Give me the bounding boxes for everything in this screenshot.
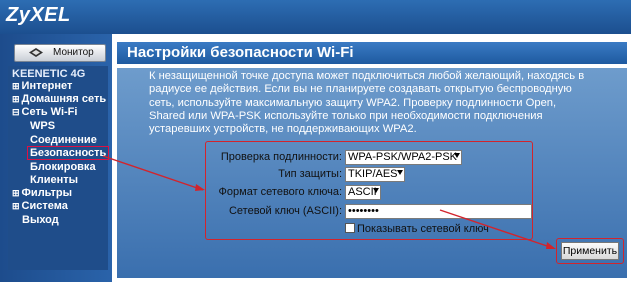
chevron-down-icon <box>454 153 460 158</box>
chevron-down-icon <box>373 188 379 193</box>
chevron-down-icon <box>397 170 403 175</box>
monitor-button[interactable]: Монитор <box>14 44 106 62</box>
description-line: К незащищенной точке доступа может подкл… <box>149 70 585 82</box>
apply-button-highlight: Применить <box>556 238 624 264</box>
network-key-input[interactable]: •••••••• <box>345 204 532 219</box>
protection-label: Тип защиты: <box>278 168 342 180</box>
auth-select[interactable]: WPA-PSK/WPA2-PSK <box>345 150 462 165</box>
nav-item-logout[interactable]: Выход <box>22 214 59 226</box>
sidebar: Монитор KEENETIC 4G ⊞ Интернет ⊞ Домашняя … <box>0 34 112 282</box>
nav-item-label: Домашняя сеть <box>21 93 107 105</box>
auth-value: WPA-PSK/WPA2-PSK <box>348 151 458 163</box>
protection-select[interactable]: TKIP/AES <box>345 167 405 182</box>
description-line: устаревших устройств, не поддерживающих … <box>149 123 417 136</box>
nav-item-system[interactable]: ⊞ Система <box>12 200 68 212</box>
expand-icon: ⊞ <box>12 188 20 198</box>
nav-item-home-network[interactable]: ⊞ Домашняя сеть <box>12 93 106 105</box>
nav-panel: KEENETIC 4G ⊞ Интернет ⊞ Домашняя сеть ⊟ Се… <box>8 66 110 270</box>
nav-item-blocking[interactable]: Блокировка <box>30 161 96 173</box>
key-format-select[interactable]: ASCII <box>345 185 381 200</box>
show-key-checkbox[interactable]: Показывать сетевой ключ <box>345 223 489 235</box>
nav-item-filters[interactable]: ⊞ Фильтры <box>12 187 72 199</box>
apply-button[interactable]: Применить <box>561 242 619 260</box>
header-bar: ZyXEL <box>0 0 631 34</box>
monitor-label: Монитор <box>53 47 94 58</box>
expand-icon: ⊞ <box>12 201 20 211</box>
nav-item-wps[interactable]: WPS <box>30 120 55 132</box>
nav-item-label: Интернет <box>21 80 73 92</box>
nav-item-label: Система <box>21 200 68 212</box>
description-text: К незащищенной точке доступа может подкл… <box>149 70 619 136</box>
protection-value: TKIP/AES <box>348 168 398 180</box>
monitor-icon <box>29 48 43 57</box>
nav-item-internet[interactable]: ⊞ Интернет <box>12 80 72 92</box>
key-format-label: Формат сетевого ключа: <box>218 186 342 198</box>
show-key-label: Показывать сетевой ключ <box>357 223 489 235</box>
description-line: Shared или WPA-PSK используйте только пр… <box>149 109 543 122</box>
device-model-title: KEENETIC 4G <box>12 68 86 80</box>
nav-item-wifi-network[interactable]: ⊟ Сеть Wi-Fi <box>12 106 77 118</box>
zyxel-logo: ZyXEL <box>6 4 71 26</box>
nav-item-connection[interactable]: Соединение <box>30 134 97 146</box>
expand-icon: ⊞ <box>12 94 20 104</box>
title-bar: Настройки безопасности Wi-Fi <box>117 42 627 64</box>
nav-item-clients[interactable]: Клиенты <box>30 174 78 186</box>
collapse-icon: ⊟ <box>12 107 20 117</box>
nav-item-label: Фильтры <box>21 187 72 199</box>
auth-label: Проверка подлинности: <box>220 151 342 163</box>
description-line: сеть, используйте максимальную защиту WP… <box>149 96 557 109</box>
checkbox-icon <box>345 223 355 233</box>
description-line: радиусе ее действия. Если вы не планируе… <box>149 83 572 96</box>
security-form-highlight: Проверка подлинности: WPA-PSK/WPA2-PSK Т… <box>205 141 533 240</box>
nav-item-security[interactable]: Безопасность <box>26 146 110 160</box>
nav-item-label: Сеть Wi-Fi <box>21 106 78 118</box>
network-key-label: Сетевой ключ (ASCII): <box>228 205 342 217</box>
expand-icon: ⊞ <box>12 81 20 91</box>
page-title: Настройки безопасности Wi-Fi <box>127 44 354 61</box>
